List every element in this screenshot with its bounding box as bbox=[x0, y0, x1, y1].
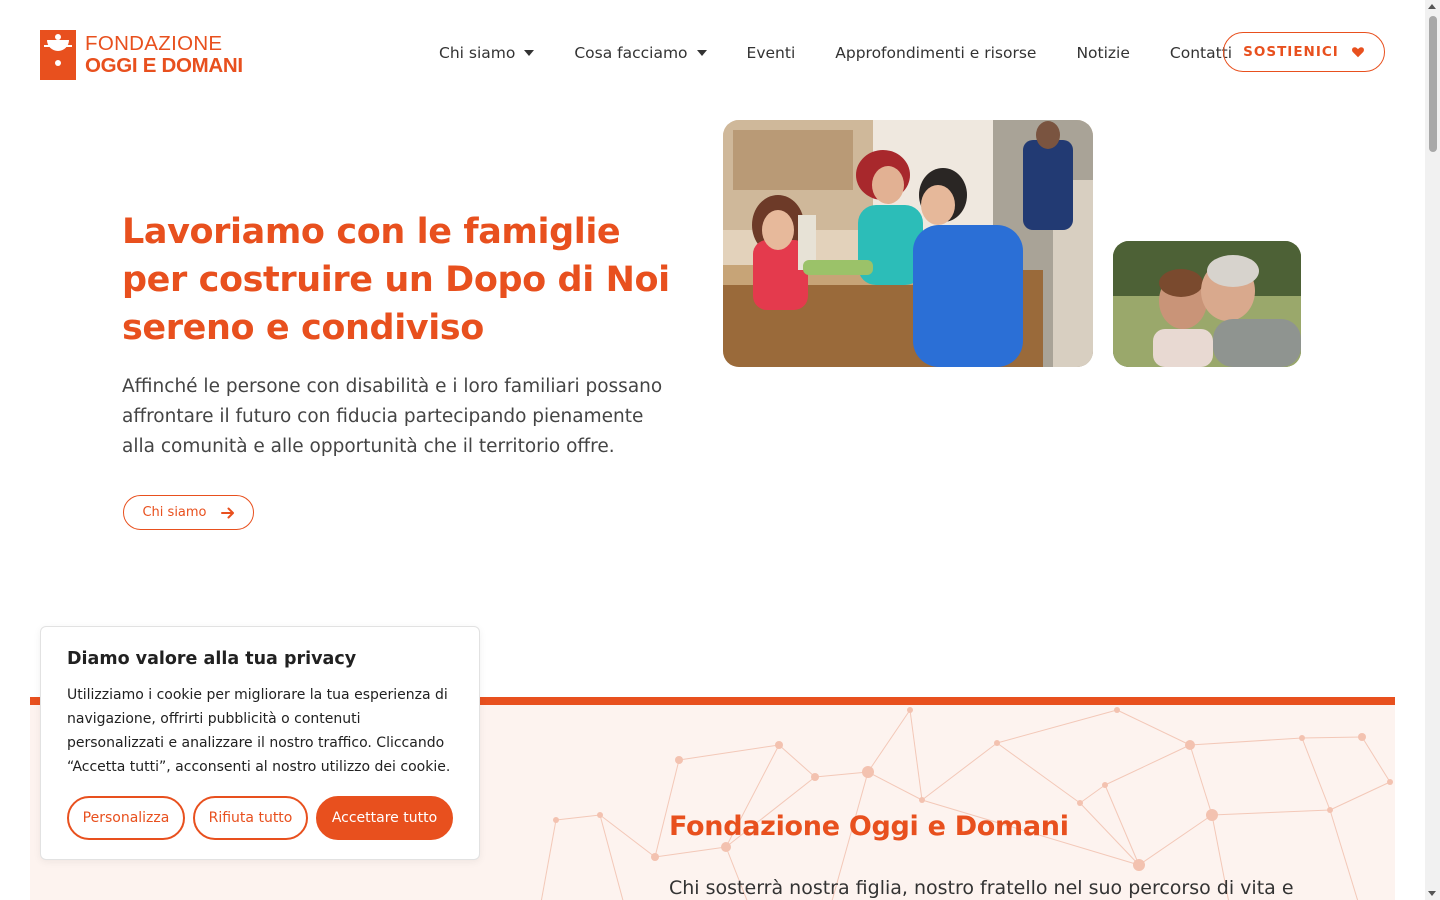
scroll-up-arrow-icon[interactable] bbox=[1428, 4, 1436, 9]
nav-item-eventi[interactable]: Eventi bbox=[747, 44, 796, 62]
nav-item-cosa-facciamo[interactable]: Cosa facciamo bbox=[574, 44, 707, 62]
logo-line-1: FONDAZIONE bbox=[85, 32, 223, 55]
site-logo[interactable]: FONDAZIONE OGGI E DOMANI bbox=[40, 30, 243, 80]
section-text: Chi sosterrà nostra figlia, nostro frate… bbox=[669, 877, 1294, 899]
main-nav: Chi siamo Cosa facciamo Eventi Approfond… bbox=[439, 44, 1232, 62]
heart-icon bbox=[1351, 47, 1364, 58]
cookie-buttons: Personalizza Rifiuta tutto Accettare tut… bbox=[67, 796, 461, 840]
father-son-photo bbox=[1113, 241, 1301, 367]
nav-item-approfondimenti[interactable]: Approfondimenti e risorse bbox=[835, 44, 1036, 62]
nav-item-label: Chi siamo bbox=[439, 44, 516, 62]
cookie-reject-button[interactable]: Rifiuta tutto bbox=[193, 796, 308, 840]
family-kitchen-photo bbox=[723, 120, 1093, 367]
nav-item-label: Eventi bbox=[746, 44, 796, 62]
scroll-down-arrow-icon[interactable] bbox=[1428, 891, 1436, 896]
cookie-accept-button[interactable]: Accettare tutto bbox=[316, 796, 453, 840]
cookie-consent-banner: Diamo valore alla tua privacy Utilizziam… bbox=[40, 626, 480, 860]
arrow-right-icon bbox=[220, 507, 234, 518]
cookie-title: Diamo valore alla tua privacy bbox=[67, 649, 357, 669]
cookie-customize-button[interactable]: Personalizza bbox=[67, 796, 185, 840]
support-button[interactable]: SOSTIENICI bbox=[1223, 32, 1385, 72]
about-us-button-label: Chi siamo bbox=[142, 505, 207, 520]
section-title: Fondazione Oggi e Domani bbox=[669, 811, 1069, 842]
nav-item-label: Approfondimenti e risorse bbox=[835, 44, 1037, 62]
about-us-button[interactable]: Chi siamo bbox=[123, 495, 254, 530]
logo-text: FONDAZIONE OGGI E DOMANI bbox=[85, 32, 243, 77]
nav-item-notizie[interactable]: Notizie bbox=[1076, 44, 1129, 62]
hero-description: Affinché le persone con disabilità e i l… bbox=[122, 376, 663, 457]
scrollbar-thumb[interactable] bbox=[1429, 16, 1437, 152]
nav-item-label: Notizie bbox=[1076, 44, 1130, 62]
hero-title: Lavoriamo con le famiglie per costruire … bbox=[122, 212, 670, 348]
logo-line-2: OGGI E DOMANI bbox=[85, 53, 243, 77]
page-scrollbar[interactable] bbox=[1425, 0, 1440, 900]
caret-down-icon bbox=[524, 50, 535, 56]
logo-mark-icon bbox=[40, 30, 76, 80]
nav-item-chi-siamo[interactable]: Chi siamo bbox=[439, 44, 535, 62]
support-button-label: SOSTIENICI bbox=[1243, 44, 1339, 60]
cookie-text: Utilizziamo i cookie per migliorare la t… bbox=[67, 687, 451, 775]
caret-down-icon bbox=[696, 50, 707, 56]
nav-item-label: Cosa facciamo bbox=[574, 44, 688, 62]
